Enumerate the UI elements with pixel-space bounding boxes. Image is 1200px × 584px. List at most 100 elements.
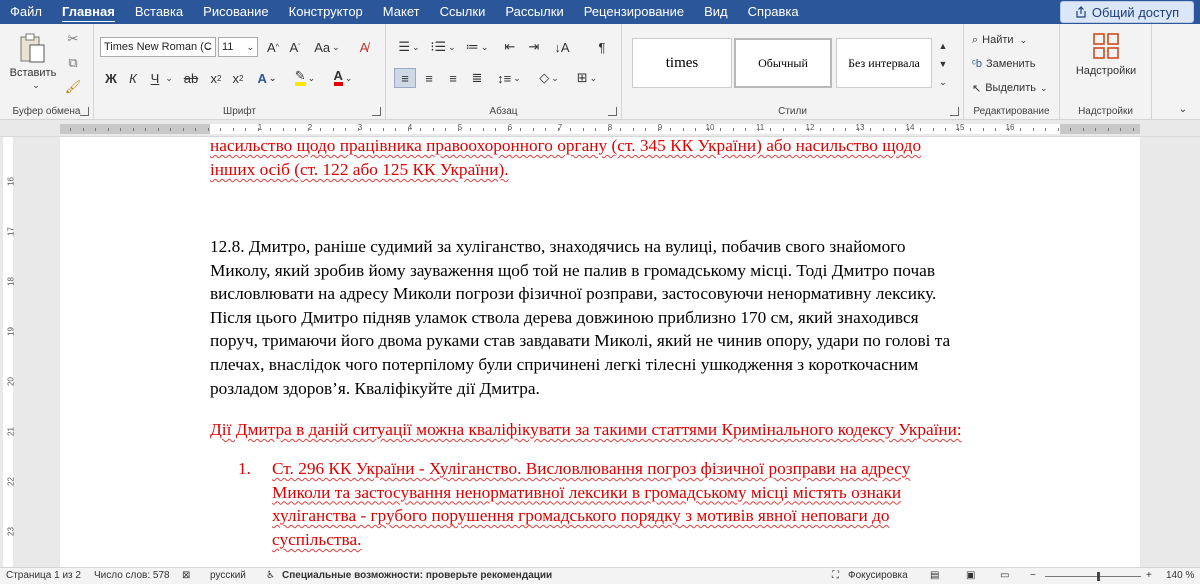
styles-scroll-down-icon[interactable]: ▼ [936, 56, 950, 72]
underline-button[interactable]: Ч [146, 68, 164, 88]
replace-button[interactable]: ᶜb Заменить [972, 56, 1052, 72]
style-no-spacing[interactable]: Без интервала [836, 38, 932, 88]
font-color-icon[interactable]: A ⌄ [328, 68, 358, 88]
read-mode-icon[interactable]: ▤ [930, 570, 939, 581]
find-button[interactable]: ⌕ Найти ⌄ [972, 32, 1052, 48]
copy-icon[interactable]: ⧉ [64, 54, 82, 72]
strikethrough-button[interactable]: ab [180, 68, 202, 88]
align-right-icon[interactable]: ≡ [442, 68, 464, 88]
ruler-tick [895, 128, 896, 131]
tab-references[interactable]: Ссылки [430, 0, 496, 24]
multilevel-list-icon[interactable]: ≔ ⌄ [462, 37, 492, 57]
vertical-ruler[interactable]: 16 17 18 19 20 21 22 23 [0, 137, 16, 567]
tab-mailings[interactable]: Рассылки [495, 0, 573, 24]
accessibility-icon[interactable]: ♿ [266, 570, 275, 581]
increase-indent-icon[interactable]: ⇥ [524, 37, 544, 57]
accessibility-status[interactable]: Специальные возможности: проверьте реком… [282, 570, 552, 581]
page-count[interactable]: Страница 1 из 2 [6, 570, 81, 581]
highlight-icon[interactable]: ✎ ⌄ [290, 68, 320, 88]
cut-icon[interactable]: ✂ [64, 30, 82, 48]
ruler-tick [795, 128, 796, 131]
web-layout-icon[interactable]: ▭ [1000, 570, 1009, 581]
decrease-indent-icon[interactable]: ⇤ [500, 37, 520, 57]
bold-button[interactable]: Ж [102, 68, 120, 88]
addins-button[interactable] [1092, 32, 1120, 60]
tab-layout[interactable]: Макет [373, 0, 430, 24]
tab-review[interactable]: Рецензирование [574, 0, 694, 24]
styles-more-icon[interactable]: ⌄ [936, 74, 950, 90]
align-center-icon[interactable]: ≡ [418, 68, 440, 88]
subscript-icon[interactable]: x2 [206, 68, 226, 88]
language-label[interactable]: русский [210, 570, 246, 581]
line-spacing-icon[interactable]: ↕≡ ⌄ [494, 68, 524, 88]
word-count[interactable]: Число слов: 578 [94, 570, 170, 581]
ruler-tick [995, 128, 996, 131]
tab-view[interactable]: Вид [694, 0, 738, 24]
zoom-slider-track[interactable] [1045, 576, 1141, 577]
tab-file[interactable]: Файл [0, 0, 52, 24]
shading-icon[interactable]: ◇ ⌄ [534, 68, 564, 88]
ruler-tick [507, 128, 509, 131]
menu-bar: Файл Главная Вставка Рисование Конструкт… [0, 0, 1200, 24]
focus-icon[interactable]: ⛶ [832, 570, 839, 581]
tab-insert[interactable]: Вставка [125, 0, 193, 24]
zoom-out-icon[interactable]: − [1030, 570, 1036, 581]
share-icon [1076, 6, 1086, 18]
grow-font-icon[interactable]: A ^ [264, 37, 282, 57]
vruler-number: 19 [6, 327, 16, 336]
ruler-tick [182, 128, 184, 131]
underline-dropdown-icon[interactable]: ⌄ [164, 68, 174, 88]
paste-dropdown-icon[interactable]: ⌄ [30, 80, 42, 90]
focus-label[interactable]: Фокусировка [848, 570, 908, 581]
font-size-combo[interactable]: 11 ⌄ [218, 37, 258, 57]
share-label: Общий доступ [1091, 4, 1180, 20]
ruler-tick [282, 128, 284, 131]
status-bar: Страница 1 из 2 Число слов: 578 ⊠ русски… [0, 567, 1200, 584]
align-left-icon[interactable]: ≡ [394, 68, 416, 88]
addins-group-label: Надстройки [1078, 106, 1133, 117]
clipboard-launcher-icon[interactable] [80, 107, 89, 116]
style-normal[interactable]: Обычный [734, 38, 832, 88]
task-line: поруч, тримаючи його двома руками став з… [210, 331, 951, 351]
font-launcher-icon[interactable] [372, 107, 381, 116]
sort-icon[interactable]: ↓A [552, 37, 572, 57]
shrink-font-icon[interactable]: Aˇ [286, 37, 304, 57]
styles-scroll-up-icon[interactable]: ▲ [936, 38, 950, 54]
format-painter-icon[interactable]: 🖌 [64, 78, 82, 96]
list-item: 1. Ст. 296 КК України - Хуліганство. Вис… [238, 457, 1062, 551]
tab-design[interactable]: Конструктор [279, 0, 373, 24]
styles-launcher-icon[interactable] [950, 107, 959, 116]
zoom-in-icon[interactable]: + [1146, 570, 1152, 581]
borders-icon[interactable]: ⊞ ⌄ [572, 68, 602, 88]
superscript-icon[interactable]: x2 [228, 68, 248, 88]
tab-draw[interactable]: Рисование [193, 0, 278, 24]
zoom-slider-thumb[interactable] [1097, 572, 1100, 581]
numbering-icon[interactable]: ⁝☰ ⌄ [428, 37, 458, 57]
paste-label: Вставить [9, 67, 57, 79]
paste-button[interactable] [14, 30, 50, 66]
paragraph-launcher-icon[interactable] [608, 107, 617, 116]
justify-icon[interactable]: ≣ [466, 68, 488, 88]
ruler-tick [732, 128, 734, 131]
show-marks-icon[interactable]: ¶ [592, 37, 612, 57]
select-button[interactable]: ↖ Выделить ⌄ [972, 80, 1058, 96]
tab-home[interactable]: Главная [52, 0, 125, 24]
task-line: плечах, внаслідок чого потерпілому були … [210, 354, 919, 374]
proofing-icon[interactable]: ⊠ [182, 570, 190, 581]
bullets-icon[interactable]: ☰ ⌄ [394, 37, 424, 57]
zoom-level[interactable]: 140 % [1166, 570, 1194, 581]
tab-help[interactable]: Справка [738, 0, 809, 24]
ruler-tick [195, 128, 196, 131]
font-name-combo[interactable]: Times New Roman (С ⌄ [100, 37, 216, 57]
clear-formatting-icon[interactable]: A̸ [354, 37, 374, 57]
horizontal-ruler[interactable]: 1 2 3 4 5 6 7 8 9 10 11 12 13 14 15 16 [0, 121, 1200, 137]
print-layout-icon[interactable]: ▣ [966, 570, 975, 581]
share-button[interactable]: Общий доступ [1060, 1, 1194, 23]
change-case-button[interactable]: Aa ⌄ [312, 37, 342, 57]
list-line: Миколи та застосування ненормативної лек… [272, 482, 902, 502]
document-page[interactable]: насильство щодо працівника правоохоронно… [60, 137, 1140, 567]
collapse-ribbon-icon[interactable]: ⌄ [1176, 102, 1190, 116]
italic-button[interactable]: К [124, 68, 142, 88]
style-times[interactable]: times [632, 38, 732, 88]
text-effects-icon[interactable]: A ⌄ [254, 68, 280, 88]
